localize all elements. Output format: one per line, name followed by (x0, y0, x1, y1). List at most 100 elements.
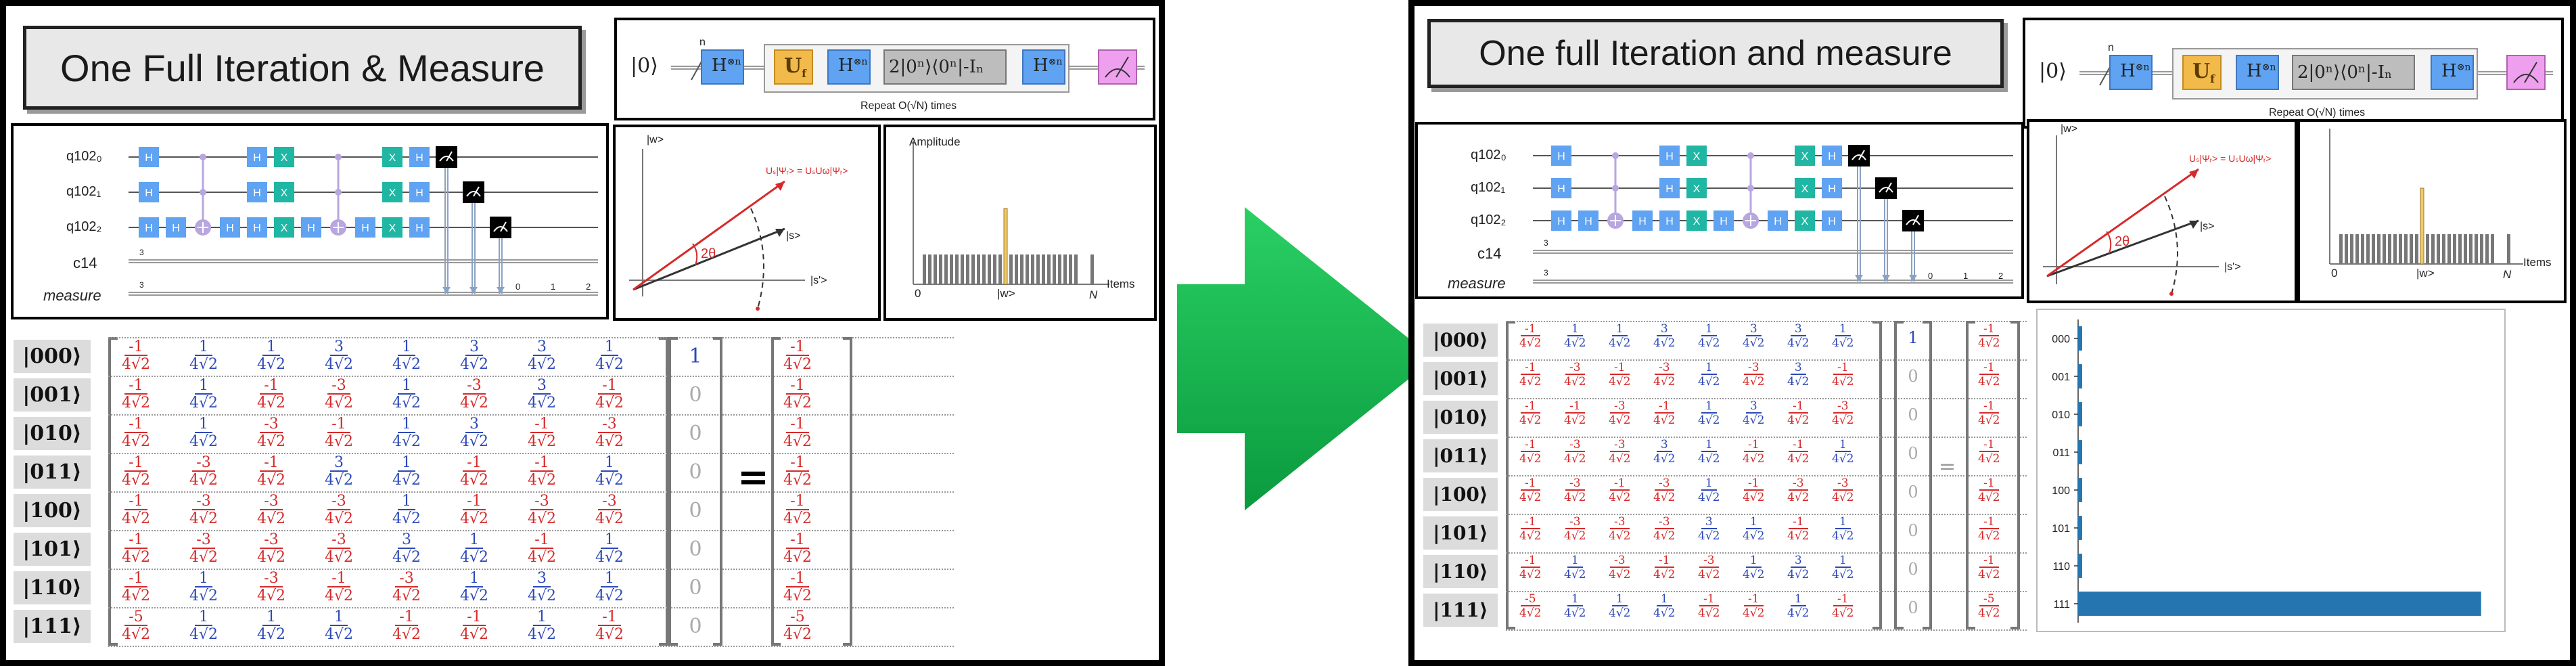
entry-denominator: 4√2 (1698, 452, 1720, 466)
gate-label: H (1665, 183, 1674, 195)
entry-numerator: -1 (530, 417, 553, 433)
entry-denominator: 4√2 (325, 395, 354, 412)
ket-label: |101⟩ (1423, 516, 1498, 550)
left-amplitude-plot: Amplitude 0 |w> N Items (883, 125, 1157, 321)
matrix-entry: -3 4√2 (1564, 439, 1586, 465)
matrix-entry: -1 4√2 (783, 340, 812, 372)
w-label: |w> (997, 287, 1015, 300)
matrix-entry: 3 4√2 (528, 378, 556, 411)
entry-denominator: 4√2 (783, 549, 812, 566)
amplitude-bar (988, 254, 991, 284)
amplitude-bar (2447, 234, 2451, 264)
vector-entry: 0 (1908, 367, 1918, 386)
measure-label: measure (43, 287, 101, 304)
entry-numerator: -5 (124, 610, 147, 626)
entry-denominator: 4√2 (1787, 568, 1810, 581)
entry-denominator: 4√2 (122, 549, 151, 566)
amplitude-bar (2361, 234, 2364, 264)
entry-denominator: 4√2 (460, 472, 489, 489)
entry-numerator: 1 (1567, 324, 1583, 336)
matrix-entry: -1 4√2 (1609, 478, 1630, 504)
amplitude-bar (2350, 234, 2353, 264)
entry-denominator: 4√2 (528, 549, 557, 566)
h-gate-2-label: H⊗n (838, 56, 868, 76)
vector-entry: 1 (689, 345, 702, 369)
entry-denominator: 4√2 (1609, 529, 1631, 543)
entry-numerator: 1 (601, 571, 618, 587)
gate-label: H (145, 152, 153, 164)
gate-label: X (281, 152, 288, 164)
entry-denominator: 4√2 (460, 626, 489, 643)
entry-denominator: 4√2 (1743, 568, 1765, 581)
w-axis-label: |w> (647, 134, 664, 146)
qubit-label: q102₁ (66, 184, 101, 199)
bar-chart-svg: 000 001 010 011 100 101 110 111 (2052, 319, 2481, 623)
entry-denominator: 4√2 (189, 626, 218, 643)
entry-numerator: -1 (1654, 401, 1674, 414)
entry-numerator: 1 (195, 610, 212, 626)
s-prime-label: |s'> (810, 275, 827, 286)
entry-numerator: 1 (533, 610, 551, 626)
amplitude-ylabel: Amplitude (909, 135, 961, 148)
matrix-entry: 3 4√2 (528, 340, 556, 372)
entry-numerator: -1 (1979, 324, 1999, 336)
gate-label: H (361, 223, 369, 234)
entry-denominator: 4√2 (257, 433, 286, 450)
bus-width: 3 (139, 280, 144, 290)
entry-denominator: 4√2 (1978, 491, 2000, 504)
entry-denominator: 4√2 (460, 549, 489, 566)
left-equals: = (737, 455, 769, 500)
marked-amplitude-bar (1003, 208, 1008, 285)
matrix-entry: 1 4√2 (189, 571, 218, 604)
entry-denominator: 4√2 (528, 510, 557, 527)
matrix-entry: 1 4√2 (1698, 439, 1720, 465)
amplitude-bar (2507, 234, 2510, 264)
amplitude-bar (2437, 234, 2440, 264)
matrix-entry: -1 4√2 (460, 456, 488, 488)
ket-label: |011⟩ (1423, 439, 1498, 472)
amplitude-bar (1053, 254, 1056, 284)
matrix-entry: -1 4√2 (528, 417, 556, 449)
entry-denominator: 4√2 (1519, 414, 1542, 427)
origin-label: 0 (2331, 267, 2338, 280)
entry-denominator: 4√2 (528, 395, 557, 412)
matrix-entry: 3 4√2 (1787, 362, 1809, 388)
entry-numerator: -1 (1979, 401, 1999, 414)
entry-denominator: 4√2 (1832, 529, 1854, 543)
entry-denominator: 4√2 (783, 626, 812, 643)
entry-numerator: -3 (1565, 439, 1585, 452)
entry-numerator: -3 (1743, 362, 1764, 375)
amplitude-bar (2404, 234, 2408, 264)
gate-label: X (1801, 216, 1809, 227)
entry-numerator: 1 (1835, 324, 1851, 336)
gate-label: H (1638, 216, 1647, 227)
entry-numerator: -1 (260, 456, 283, 472)
matrix-entry: 3 4√2 (1787, 324, 1809, 349)
entry-denominator: 4√2 (1653, 375, 1676, 388)
entry-denominator: 4√2 (392, 587, 421, 604)
matrix-entry: -3 4√2 (528, 494, 556, 527)
amplitude-bar (1069, 254, 1072, 284)
w-axis-label: |w> (2061, 123, 2078, 135)
entry-numerator: -1 (1979, 555, 1999, 568)
n-label: N (1089, 288, 1098, 301)
entry-numerator: 1 (1701, 439, 1717, 452)
result-bracket-left (1966, 321, 1975, 629)
entry-denominator: 4√2 (595, 626, 624, 643)
vector-entry: 0 (689, 383, 702, 407)
entry-denominator: 4√2 (595, 510, 624, 527)
entry-denominator: 4√2 (528, 587, 557, 604)
matrix-entry: -1 4√2 (1519, 401, 1541, 426)
ket0-label: |0⟩ (630, 54, 658, 78)
matrix-entry: -1 4√2 (595, 610, 624, 642)
matrix-entry: 1 4√2 (595, 533, 624, 565)
left-circuit: H H H H H H H H X X X H H X X X H H H q102₀ q102₁ q102₂ c1… (11, 123, 609, 319)
entry-numerator: -1 (786, 417, 809, 433)
ket0-label: |0⟩ (2039, 60, 2067, 83)
matrix-entry: -1 4√2 (122, 494, 150, 527)
chart-tick-label: 110 (2052, 561, 2070, 573)
entry-numerator: -1 (598, 610, 621, 626)
entry-denominator: 4√2 (325, 549, 354, 566)
entry-denominator: 4√2 (1653, 452, 1676, 466)
matrix-entry: 3 4√2 (528, 571, 556, 604)
